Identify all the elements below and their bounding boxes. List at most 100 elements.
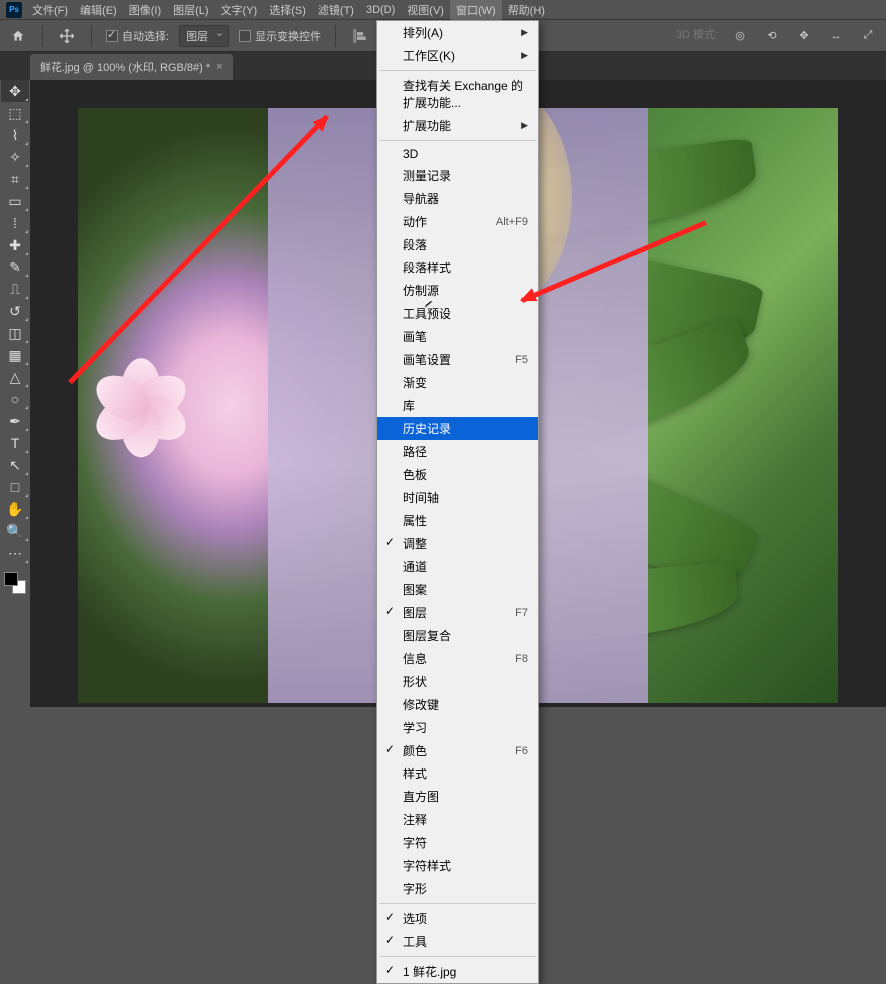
- menu-filter[interactable]: 滤镜(T): [312, 0, 360, 20]
- tool-wand[interactable]: ✧: [1, 146, 29, 168]
- menu-item-[interactable]: 属性: [377, 509, 538, 532]
- menu-item-[interactable]: 动作Alt+F9: [377, 210, 538, 233]
- tool-eyedrop[interactable]: ⁞: [1, 212, 29, 234]
- separator: [42, 25, 43, 47]
- document-tab[interactable]: 鲜花.jpg @ 100% (水印, RGB/8#) * ×: [30, 54, 233, 80]
- menu-item-[interactable]: 色板: [377, 463, 538, 486]
- tool-patch[interactable]: ✚: [1, 234, 29, 256]
- tool-lasso[interactable]: ⌇: [1, 124, 29, 146]
- show-transform-checkbox[interactable]: [239, 30, 251, 42]
- tool-pen[interactable]: ✒: [1, 410, 29, 432]
- menu-item-[interactable]: 图层复合: [377, 624, 538, 647]
- menu-item-[interactable]: 字符样式: [377, 854, 538, 877]
- menu-item-[interactable]: 工具预设: [377, 302, 538, 325]
- menu-item-[interactable]: ✓选项: [377, 907, 538, 930]
- auto-select-checkbox[interactable]: [106, 30, 118, 42]
- tool-blur[interactable]: △: [1, 366, 29, 388]
- slide-3d-icon[interactable]: ↔: [826, 26, 846, 46]
- color-swatch[interactable]: [4, 572, 26, 594]
- menu-item-[interactable]: 历史记录: [377, 417, 538, 440]
- menu-layer[interactable]: 图层(L): [167, 0, 214, 20]
- menu-item-[interactable]: ✓工具: [377, 930, 538, 953]
- menu-item-[interactable]: 字形: [377, 877, 538, 900]
- menu-item-3D[interactable]: 3D: [377, 144, 538, 164]
- menu-separator: [379, 956, 536, 957]
- show-transform-label: 显示变换控件: [255, 28, 321, 44]
- separator: [335, 25, 336, 47]
- tool-rect[interactable]: □: [1, 476, 29, 498]
- auto-select-label: 自动选择:: [122, 28, 169, 44]
- tool-move[interactable]: ✥: [1, 80, 29, 102]
- menu-item-[interactable]: 路径: [377, 440, 538, 463]
- menu-item-[interactable]: 信息F8: [377, 647, 538, 670]
- auto-select-option[interactable]: 自动选择:: [106, 28, 169, 44]
- tool-eraser[interactable]: ◫: [1, 322, 29, 344]
- right-controls: 3D 模式: ◎ ⟲ ✥ ↔ ⤢: [676, 26, 878, 46]
- menu-item-[interactable]: ✓调整: [377, 532, 538, 555]
- menu-item-[interactable]: 仿制源: [377, 279, 538, 302]
- mode-3d-label: 3D 模式:: [676, 26, 718, 46]
- menu-view[interactable]: 视图(V): [401, 0, 450, 20]
- menu-item-K[interactable]: 工作区(K)▶: [377, 44, 538, 67]
- roll-3d-icon[interactable]: ⟲: [762, 26, 782, 46]
- tool-stamp[interactable]: ⎍: [1, 278, 29, 300]
- menu-item-[interactable]: 样式: [377, 762, 538, 785]
- menu-3d[interactable]: 3D(D): [360, 2, 401, 18]
- menu-file[interactable]: 文件(F): [26, 0, 74, 20]
- close-tab-icon[interactable]: ×: [216, 61, 222, 73]
- menu-item-[interactable]: 画笔: [377, 325, 538, 348]
- window-dropdown-menu: 排列(A)▶工作区(K)▶ 查找有关 Exchange 的扩展功能...扩展功能▶…: [376, 20, 539, 984]
- menu-item-[interactable]: 渐变: [377, 371, 538, 394]
- tool-dodge[interactable]: ○: [1, 388, 29, 410]
- tool-type[interactable]: T: [1, 432, 29, 454]
- menu-item-[interactable]: 段落样式: [377, 256, 538, 279]
- menu-item-[interactable]: 字符: [377, 831, 538, 854]
- menu-text[interactable]: 文字(Y): [215, 0, 264, 20]
- menu-item-[interactable]: 时间轴: [377, 486, 538, 509]
- menu-item-[interactable]: 直方图: [377, 785, 538, 808]
- align-left-icon[interactable]: [350, 26, 370, 46]
- menu-edit[interactable]: 编辑(E): [74, 0, 123, 20]
- menu-item-[interactable]: 修改键: [377, 693, 538, 716]
- menu-item-[interactable]: 学习: [377, 716, 538, 739]
- menu-item-[interactable]: 画笔设置F5: [377, 348, 538, 371]
- tool-hand[interactable]: ✋: [1, 498, 29, 520]
- orbit-3d-icon[interactable]: ◎: [730, 26, 750, 46]
- menu-item-[interactable]: 形状: [377, 670, 538, 693]
- scale-3d-icon[interactable]: ⤢: [858, 26, 878, 46]
- menu-item-[interactable]: 库: [377, 394, 538, 417]
- tool-frame[interactable]: ▭: [1, 190, 29, 212]
- tool-crop[interactable]: ⌗: [1, 168, 29, 190]
- menu-image[interactable]: 图像(I): [123, 0, 167, 20]
- tool-brush[interactable]: ✎: [1, 256, 29, 278]
- menu-item-Exchange[interactable]: 查找有关 Exchange 的扩展功能...: [377, 74, 538, 114]
- tool-more[interactable]: ⋯: [1, 542, 29, 564]
- menu-item-1jpg[interactable]: ✓1 鲜花.jpg: [377, 960, 538, 983]
- menu-item-[interactable]: 段落: [377, 233, 538, 256]
- menu-item-A[interactable]: 排列(A)▶: [377, 21, 538, 44]
- pan-3d-icon[interactable]: ✥: [794, 26, 814, 46]
- menu-separator: [379, 140, 536, 141]
- menu-item-[interactable]: 注释: [377, 808, 538, 831]
- show-transform-option[interactable]: 显示变换控件: [239, 28, 321, 44]
- menu-item-[interactable]: 图案: [377, 578, 538, 601]
- tool-path-sel[interactable]: ↖: [1, 454, 29, 476]
- separator: [91, 25, 92, 47]
- tool-zoom[interactable]: 🔍: [1, 520, 29, 542]
- move-tool-icon[interactable]: [57, 26, 77, 46]
- document-tab-title: 鲜花.jpg @ 100% (水印, RGB/8#) *: [40, 59, 210, 75]
- menu-select[interactable]: 选择(S): [263, 0, 312, 20]
- auto-select-target-dropdown[interactable]: 图层: [179, 25, 229, 47]
- tool-marquee[interactable]: ⬚: [1, 102, 29, 124]
- menu-item-[interactable]: 导航器: [377, 187, 538, 210]
- menu-item-[interactable]: ✓图层F7: [377, 601, 538, 624]
- menu-window[interactable]: 窗口(W): [450, 0, 502, 20]
- menu-item-[interactable]: ✓颜色F6: [377, 739, 538, 762]
- menu-help[interactable]: 帮助(H): [502, 0, 551, 20]
- menu-item-[interactable]: 扩展功能▶: [377, 114, 538, 137]
- home-icon[interactable]: [8, 26, 28, 46]
- menu-item-[interactable]: 测量记录: [377, 164, 538, 187]
- tool-history-brush[interactable]: ↺: [1, 300, 29, 322]
- menu-item-[interactable]: 通道: [377, 555, 538, 578]
- tool-gradient[interactable]: ▦: [1, 344, 29, 366]
